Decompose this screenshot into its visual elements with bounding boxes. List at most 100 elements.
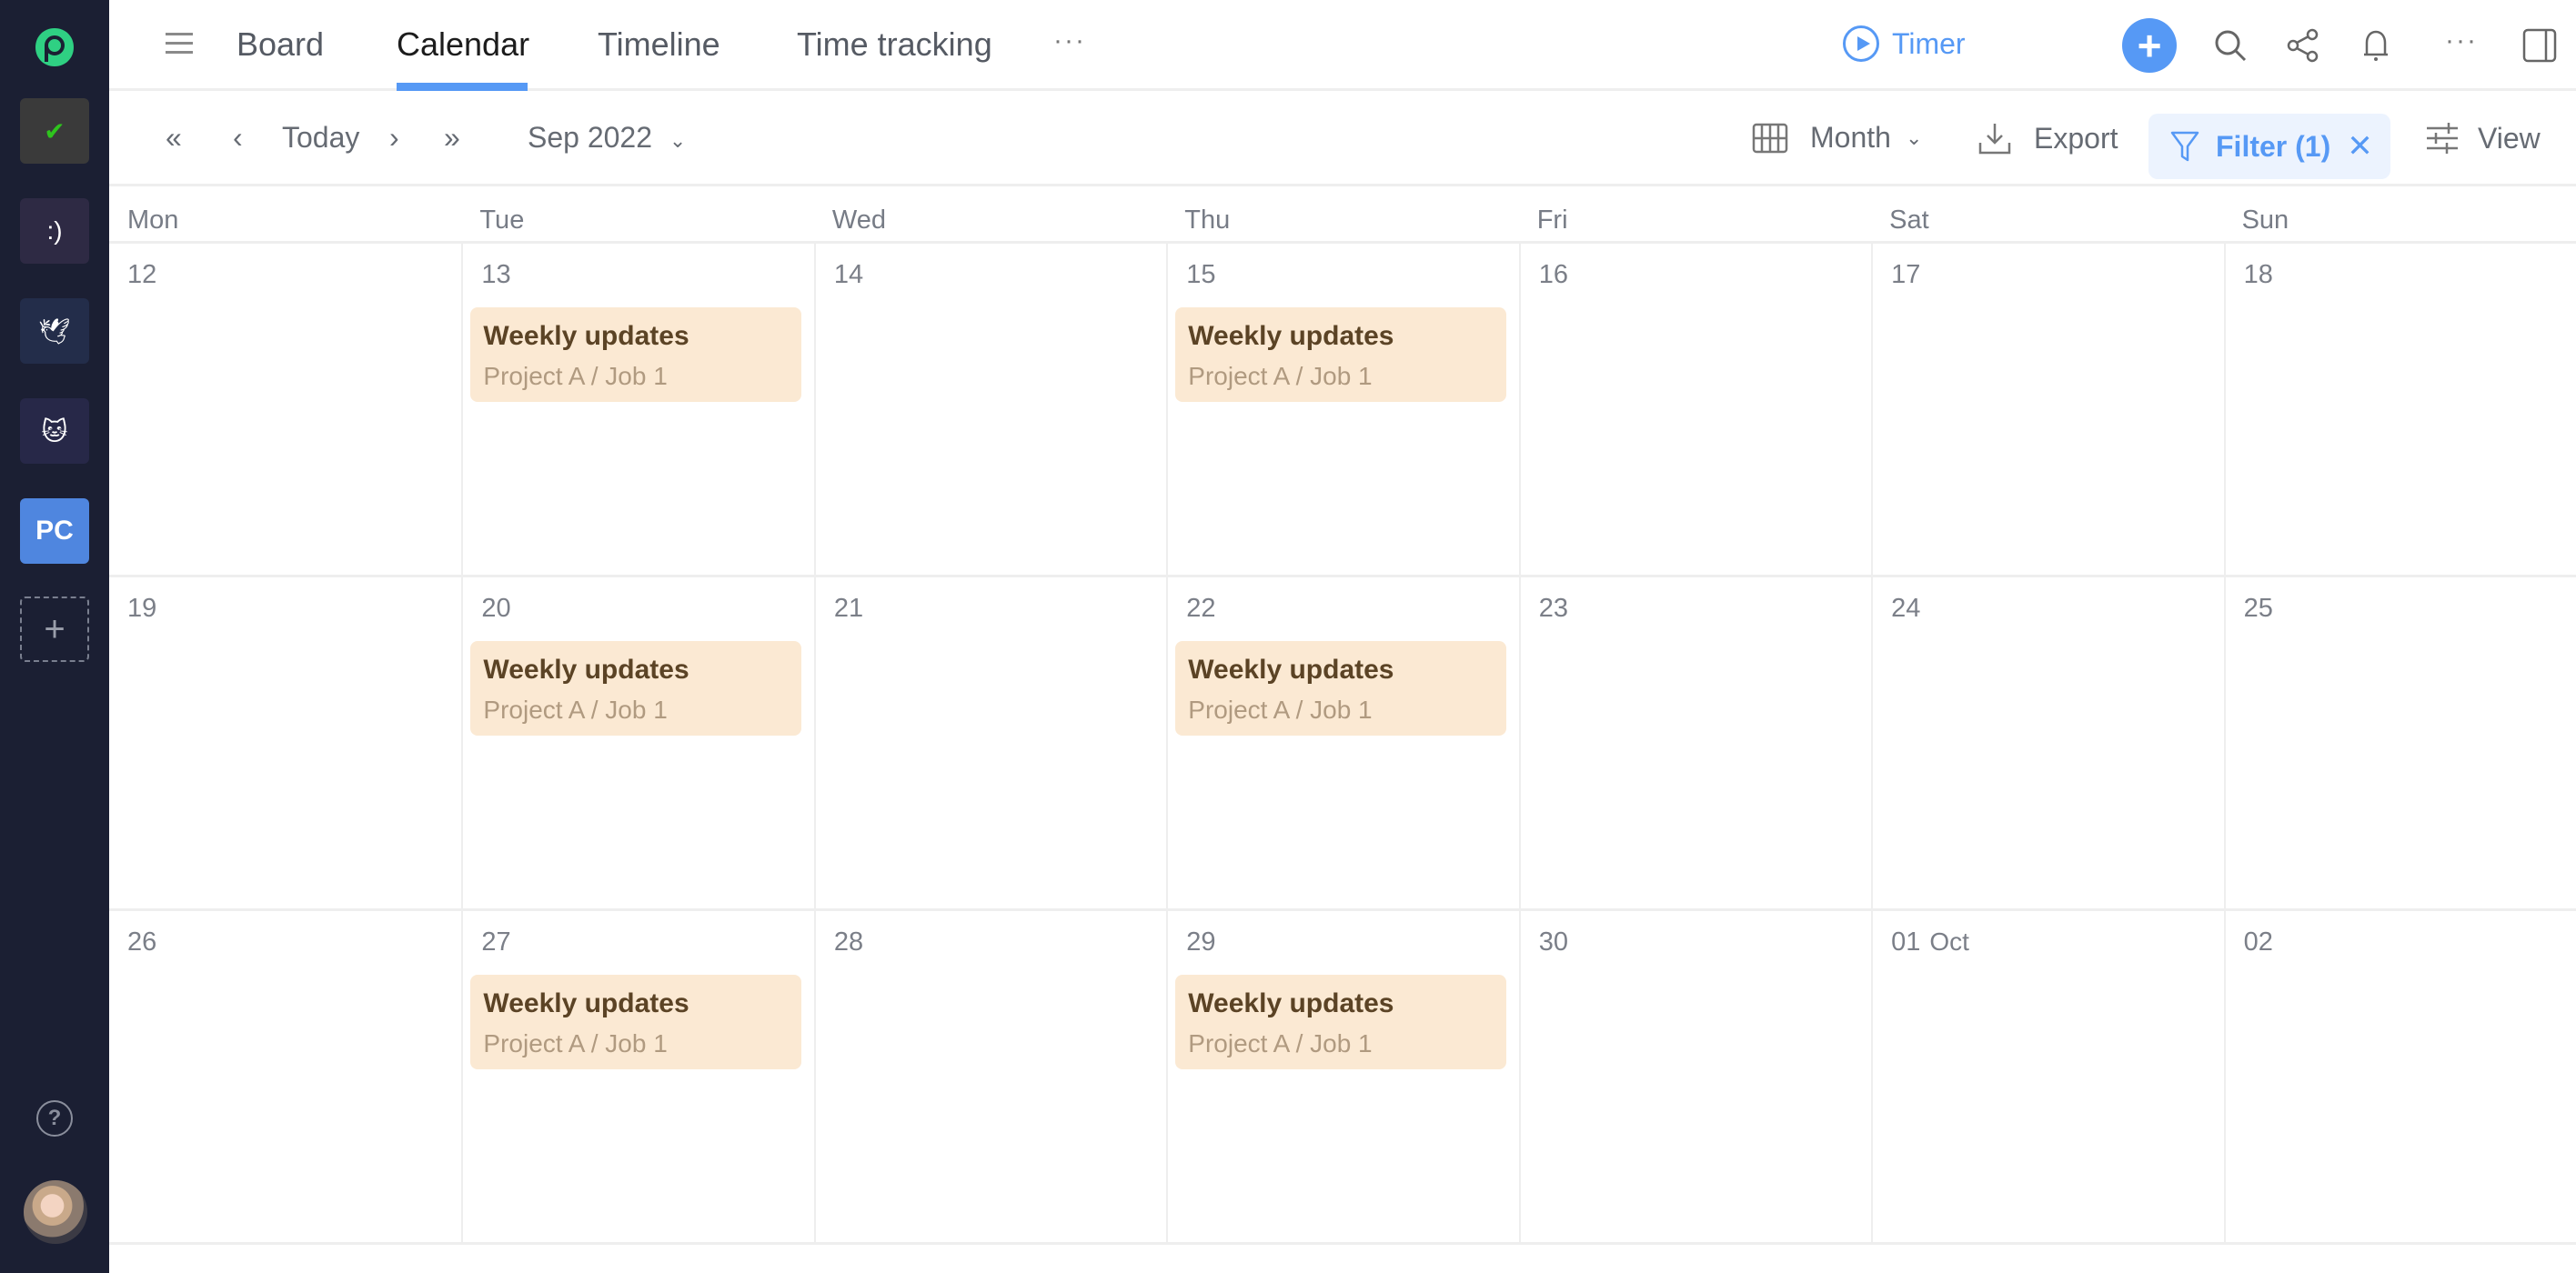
event-card[interactable]: Weekly updates Project A / Job 1 [470,975,801,1069]
day-number: 01 Oct [1891,927,1969,957]
timer-button[interactable]: Timer [1843,25,1966,62]
day-number: 18 [2244,260,2273,290]
sliders-icon [2427,123,2458,154]
weekday-label: Sat [1889,205,1929,235]
day-number-text: 18 [2243,260,2273,289]
first-page-button[interactable]: « [166,121,182,155]
workspace-check-button[interactable]: ✔ [20,98,89,164]
day-cell[interactable]: 21 [813,577,1166,908]
workspace-dove-button[interactable]: 🕊 [20,298,89,364]
weekday-label: Mon [127,205,179,235]
add-workspace-button[interactable]: + [20,596,89,662]
day-number-text: 29 [1186,927,1216,957]
view-label: View [2478,121,2541,155]
clear-filter-icon[interactable]: ✕ [2347,128,2373,165]
day-cell[interactable]: 22 Weekly updates Project A / Job 1 [1166,577,1518,908]
chevron-down-icon: ⌄ [1905,125,1923,149]
day-cell[interactable]: 23 [1518,577,1871,908]
calendar-grid: Mon Tue Wed Thu Fri Sat Sun 12 13 Weekly updates… [109,186,2576,1246]
workspace-cat-button[interactable]: 🐱 [20,398,89,464]
event-card[interactable]: Weekly updates Project A / Job 1 [470,641,801,736]
search-icon[interactable] [2212,27,2249,64]
event-project-path: Project A / Job 1 [483,696,668,724]
month-selector[interactable]: Sep 2022 ⌄ [528,121,686,155]
export-button[interactable]: Export [1977,121,2118,155]
day-cell[interactable]: 14 [813,244,1166,575]
day-cell[interactable]: 30 [1518,911,1871,1242]
day-number: 13 [481,260,510,290]
day-cell[interactable]: 24 [1871,577,2223,908]
day-number-text: 30 [1538,927,1568,957]
day-cell[interactable]: 27 Weekly updates Project A / Job 1 [461,911,813,1242]
day-number: 24 [1891,594,1920,624]
app: ✔:) 🕊 🐱 PC + ? Board Calendar Timeline Time… [0,0,2576,1273]
calendar-week-row: 26 27 Weekly updates Project A / Job 1 28 29 W… [109,911,2576,1245]
day-number-text: 15 [1186,260,1216,289]
day-cell[interactable]: 15 Weekly updates Project A / Job 1 [1166,244,1518,575]
day-cell[interactable]: 01 Oct [1871,911,2223,1242]
calendar-week-row: 19 20 Weekly updates Project A / Job 1 21 22 W… [109,577,2576,911]
weekday-label: Wed [831,205,886,235]
tab-time-tracking[interactable]: Time tracking [797,25,992,64]
event-card[interactable]: Weekly updates Project A / Job 1 [1175,975,1506,1069]
day-number-text: 23 [1538,594,1568,623]
tab-board[interactable]: Board [236,25,324,64]
day-number-text: 12 [127,260,157,289]
user-avatar[interactable] [24,1180,87,1244]
day-number: 17 [1891,260,1920,290]
app-logo-icon[interactable] [33,25,76,69]
day-cell[interactable]: 16 [1518,244,1871,575]
tab-calendar[interactable]: Calendar [397,25,529,64]
workspace-pc-button[interactable]: PC [20,498,89,564]
current-month: Sep 2022 [528,121,653,154]
download-icon [1978,124,2011,155]
tab-timeline[interactable]: Timeline [598,25,720,64]
day-number: 28 [834,927,863,957]
event-card[interactable]: Weekly updates Project A / Job 1 [1175,307,1506,402]
day-cell[interactable]: 02 [2223,911,2576,1242]
day-number-text: 19 [127,594,157,623]
day-number: 26 [127,927,156,957]
next-button[interactable]: › [389,121,399,155]
event-card[interactable]: Weekly updates Project A / Job 1 [470,307,801,402]
view-settings-button[interactable]: View [2425,121,2541,155]
filter-chip[interactable]: Filter (1) ✕ [2148,114,2390,179]
more-tabs-button[interactable]: ··· [1053,25,1086,56]
share-icon[interactable] [2285,27,2321,64]
day-number-text: 14 [833,260,864,289]
day-cell[interactable]: 29 Weekly updates Project A / Job 1 [1166,911,1518,1242]
last-page-button[interactable]: » [444,121,460,155]
today-button[interactable]: Today [282,121,359,155]
help-icon[interactable]: ? [36,1100,73,1137]
view-mode-dropdown[interactable]: Month ⌄ [1752,121,1922,155]
day-cell[interactable]: 28 [813,911,1166,1242]
day-cell[interactable]: 25 [2223,577,2576,908]
overflow-menu-button[interactable]: ··· [2445,25,2478,56]
menu-icon[interactable] [166,33,193,55]
event-project-path: Project A / Job 1 [1188,362,1373,390]
filter-icon [2170,131,2199,162]
event-project-path: Project A / Job 1 [483,362,668,390]
day-number: 23 [1539,594,1568,624]
event-card[interactable]: Weekly updates Project A / Job 1 [1175,641,1506,736]
day-number: 29 [1186,927,1215,957]
day-cell[interactable]: 26 [109,911,461,1242]
bell-icon[interactable] [2358,27,2394,64]
day-cell[interactable]: 20 Weekly updates Project A / Job 1 [461,577,813,908]
day-number: 21 [834,594,863,624]
day-cell[interactable]: 13 Weekly updates Project A / Job 1 [461,244,813,575]
day-number-text: 21 [833,594,864,623]
day-cell[interactable]: 18 [2223,244,2576,575]
day-cell[interactable]: 17 [1871,244,2223,575]
event-project-path: Project A / Job 1 [1188,696,1373,724]
workspace-smiley-button[interactable]: :) [20,198,89,264]
add-button[interactable]: + [2122,18,2177,73]
day-cell[interactable]: 19 [109,577,461,908]
side-panel-icon[interactable] [2521,27,2558,64]
weekday-label: Fri [1536,205,1568,235]
day-number: 25 [2244,594,2273,624]
day-cell[interactable]: 12 [109,244,461,575]
timer-label: Timer [1892,26,1966,60]
day-number: 02 [2244,927,2273,957]
previous-button[interactable]: ‹ [233,121,243,155]
